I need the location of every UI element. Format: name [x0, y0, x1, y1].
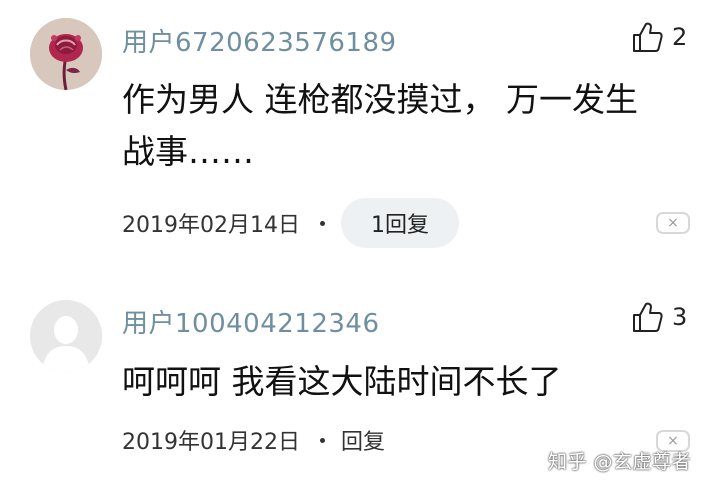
- close-icon[interactable]: ×: [656, 212, 690, 234]
- username[interactable]: 用户100404212346: [122, 303, 380, 340]
- rose-avatar-icon: [30, 18, 102, 90]
- like-button[interactable]: 2: [630, 20, 687, 54]
- comment-item: 用户6720623576189 2 作为男人 连枪都没摸过， 万一发生 战事………: [0, 0, 720, 275]
- comment-text: 作为男人 连枪都没摸过， 万一发生 战事……: [122, 80, 638, 171]
- default-user-avatar-icon: [30, 300, 102, 372]
- comment-meta: 2019年01月22日 回复: [122, 420, 385, 460]
- watermark: 知乎 @玄虚尊者: [548, 451, 692, 473]
- reply-button[interactable]: 回复: [341, 424, 385, 456]
- like-count: 3: [672, 303, 688, 331]
- thumbs-up-icon: [633, 302, 663, 332]
- username[interactable]: 用户6720623576189: [122, 22, 397, 59]
- avatar[interactable]: [30, 300, 102, 372]
- like-button[interactable]: 3: [630, 300, 687, 334]
- like-count: 2: [672, 23, 688, 51]
- comment-date: 2019年01月22日: [122, 430, 300, 455]
- separator-dot-icon: [319, 220, 325, 226]
- comment-meta: 2019年02月14日 1回复: [122, 198, 459, 248]
- comment-list: 用户6720623576189 2 作为男人 连枪都没摸过， 万一发生 战事………: [0, 0, 720, 490]
- comment-date: 2019年02月14日: [122, 213, 300, 238]
- separator-dot-icon: [319, 437, 325, 443]
- thumbs-up-icon: [633, 22, 663, 52]
- avatar[interactable]: [30, 18, 102, 90]
- reply-count-button[interactable]: 1回复: [340, 198, 459, 248]
- comment-text: 呵呵呵 我看这大陆时间不长了: [122, 362, 562, 401]
